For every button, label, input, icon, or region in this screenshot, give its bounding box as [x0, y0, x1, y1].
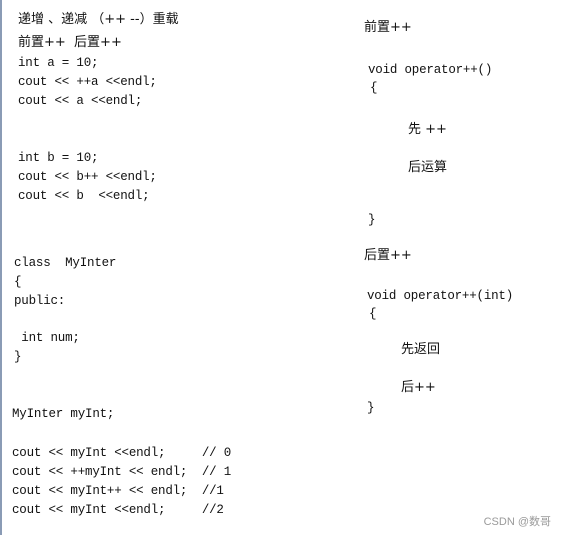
code-line: cout << myInt <<endl; // 0	[12, 446, 232, 460]
prefix-signature: void operator++()	[368, 63, 493, 77]
code-line: cout << myInt++ << endl; //1	[12, 484, 224, 498]
prefix-open-brace: {	[370, 81, 378, 95]
left-border	[0, 0, 2, 535]
code-line: public:	[14, 294, 66, 308]
code-line: int a = 10;	[18, 56, 99, 70]
code-line: class MyInter	[14, 256, 117, 270]
code-line: MyInter myInt;	[12, 407, 115, 421]
postfix-open-brace: {	[369, 307, 377, 321]
code-line: cout << myInt <<endl; //2	[12, 503, 224, 517]
code-line: {	[14, 275, 22, 289]
code-line: int num;	[14, 331, 80, 345]
prefix-step-2: 后运算	[408, 160, 448, 175]
code-line: cout << ++myInt << endl; // 1	[12, 465, 232, 479]
code-line: int b = 10;	[18, 151, 99, 165]
code-line: cout << ++a <<endl;	[18, 75, 157, 89]
code-line: cout << b++ <<endl;	[18, 170, 157, 184]
csdn-watermark: CSDN @数哥	[483, 516, 551, 528]
prefix-heading: 前置++	[364, 20, 412, 35]
postfix-step-2: 后++	[401, 380, 436, 395]
document-subtitle: 前置++ 后置++	[18, 35, 122, 50]
postfix-step-1: 先返回	[401, 342, 441, 357]
prefix-close-brace: }	[368, 213, 376, 227]
code-line: }	[14, 350, 22, 364]
code-line: cout << a <<endl;	[18, 94, 143, 108]
code-line: cout << b <<endl;	[18, 189, 150, 203]
postfix-close-brace: }	[367, 401, 375, 415]
postfix-signature: void operator++(int)	[367, 289, 514, 303]
postfix-heading: 后置++	[364, 248, 412, 263]
document-title: 递增 、递减 （++ --）重载	[18, 12, 179, 27]
prefix-step-1: 先 ++	[408, 122, 447, 137]
